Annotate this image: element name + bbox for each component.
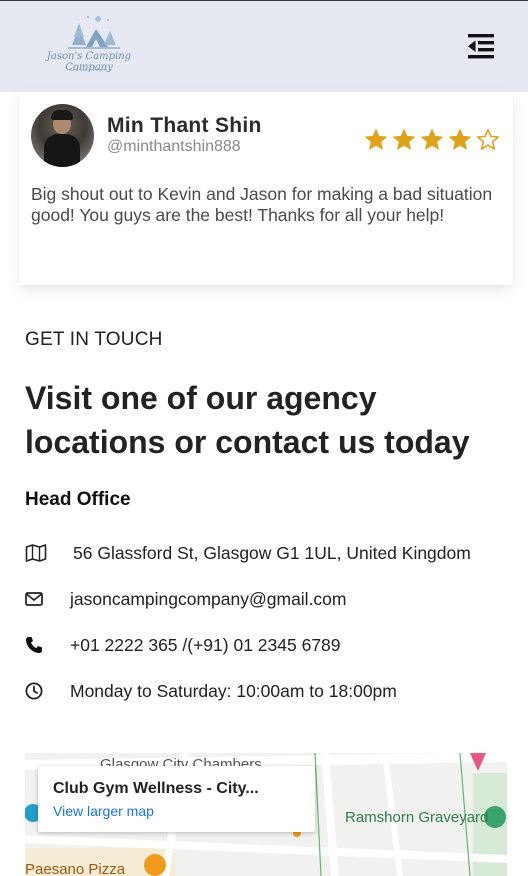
section-eyebrow: GET IN TOUCH	[25, 329, 163, 350]
map-label-graveyard: Ramshorn Graveyard	[345, 809, 489, 826]
phone-text[interactable]: +01 2222 365 /(+91) 01 2345 6789	[70, 635, 341, 656]
map-icon	[25, 542, 73, 564]
map-place-card: Club Gym Wellness - City... View larger …	[38, 766, 315, 832]
contact-email[interactable]: jasoncampingcompany@gmail.com	[25, 587, 347, 611]
embedded-map[interactable]: Glasgow City Chambers Ramshorn Graveyard…	[25, 753, 507, 876]
contact-phone[interactable]: +01 2222 365 /(+91) 01 2345 6789	[25, 633, 341, 657]
campsite-icon	[68, 16, 120, 49]
address-text: 56 Glassford St, Glasgow G1 1UL, United …	[73, 542, 471, 563]
avatar	[31, 104, 94, 167]
site-header: Jason's Camping Company Affordable Award…	[0, 0, 528, 92]
section-heading: Visit one of our agency locations or con…	[25, 380, 470, 460]
menu-collapse-icon	[468, 34, 494, 59]
star-filled-icon	[393, 129, 415, 150]
reviewer-handle: @minthantshin888	[107, 138, 241, 155]
star-filled-icon	[449, 129, 471, 150]
map-place-title: Club Gym Wellness - City...	[53, 780, 259, 797]
contact-hours: Monday to Saturday: 10:00am to 18:00pm	[25, 679, 397, 703]
phone-icon	[25, 634, 70, 656]
star-filled-icon	[365, 129, 387, 150]
view-larger-map-link[interactable]: View larger map	[53, 803, 154, 819]
office-title: Head Office	[25, 489, 131, 510]
reviewer-name: Min Thant Shin	[107, 114, 262, 137]
menu-collapse-button[interactable]	[466, 31, 496, 61]
hours-text: Monday to Saturday: 10:00am to 18:00pm	[70, 680, 397, 701]
email-link[interactable]: jasoncampingcompany@gmail.com	[70, 589, 347, 610]
rating-stars	[364, 128, 500, 152]
clock-icon	[25, 680, 70, 702]
contact-address: 56 Glassford St, Glasgow G1 1UL, United …	[25, 541, 471, 565]
review-text: Big shout out to Kevin and Jason for mak…	[31, 184, 493, 225]
site-logo[interactable]: Jason's Camping Company Affordable Award…	[34, 11, 144, 77]
logo-subtext: Affordable Awards	[70, 67, 108, 72]
testimonial-card: Min Thant Shin @minthantshin888 Big shou…	[19, 92, 513, 285]
star-filled-icon	[421, 129, 443, 150]
star-empty-icon	[476, 128, 500, 150]
envelope-icon	[25, 588, 70, 610]
map-label-pizza: Paesano Pizza	[25, 861, 126, 876]
